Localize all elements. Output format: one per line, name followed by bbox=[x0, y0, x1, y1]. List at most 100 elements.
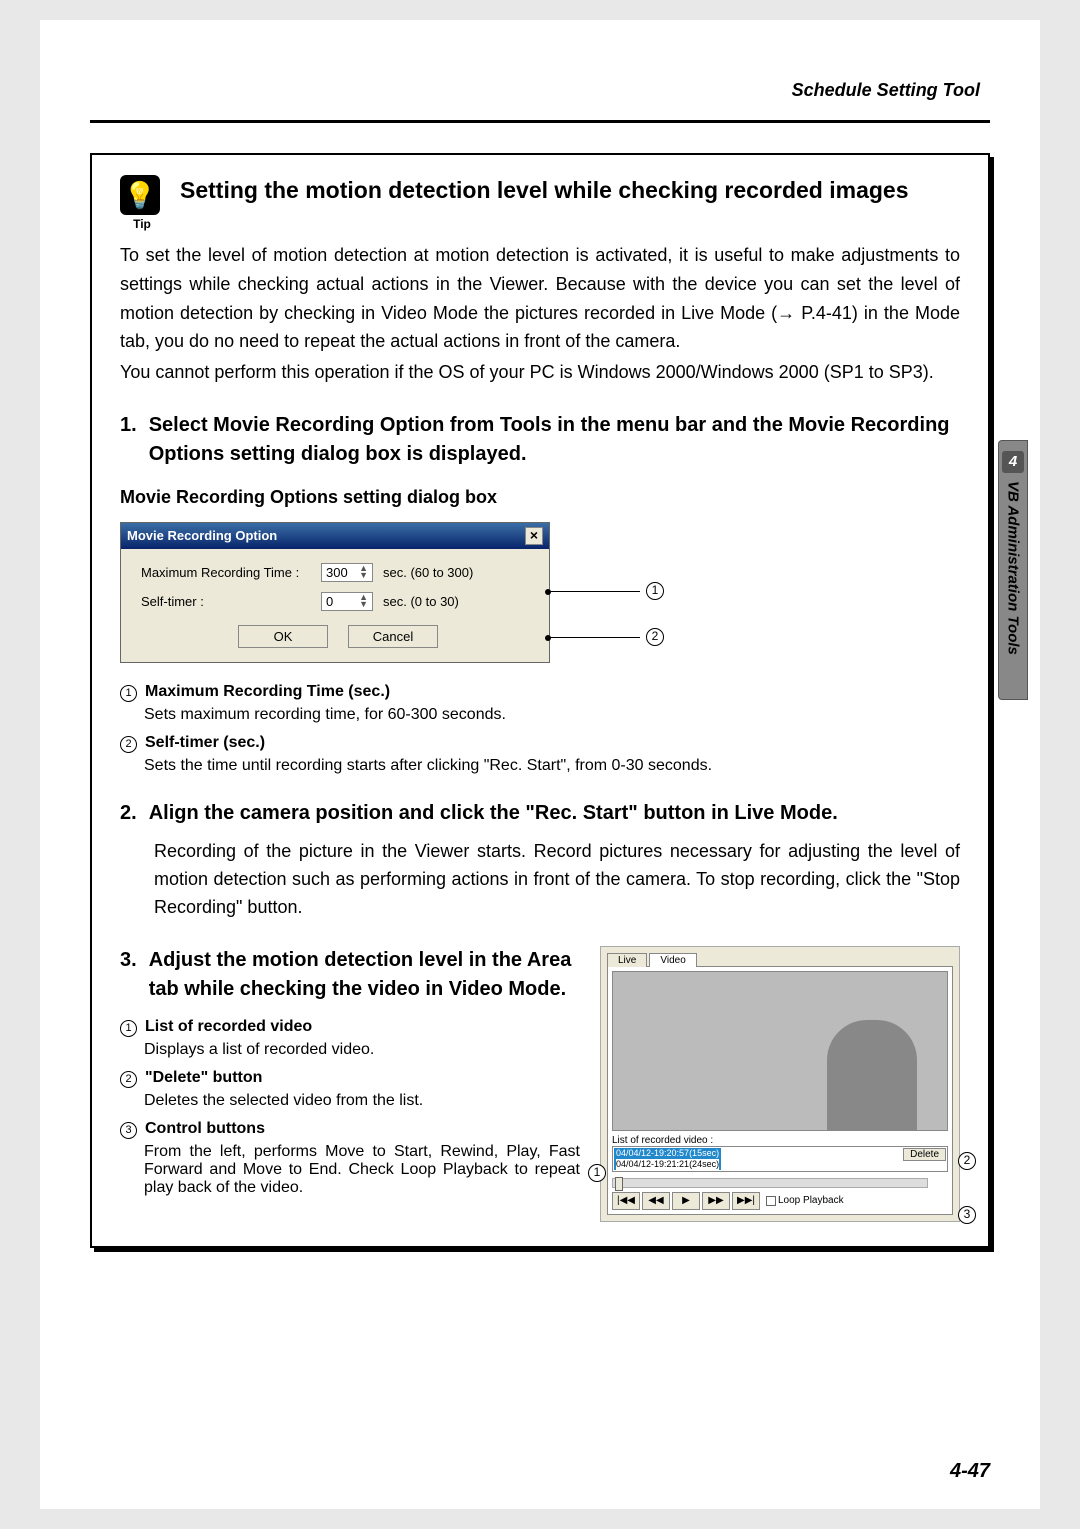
move-to-start-button[interactable]: |◀◀ bbox=[612, 1192, 640, 1210]
def-2-desc: Sets the time until recording starts aft… bbox=[144, 757, 960, 775]
vdef-3-row: 3 Control buttons bbox=[120, 1120, 580, 1139]
max-recording-row: Maximum Recording Time : 300 ▲▼ sec. (60… bbox=[141, 563, 535, 582]
chapter-side-tab: 4 VB Administration Tools bbox=[998, 440, 1028, 700]
panel-callout-1: 1 bbox=[588, 1164, 606, 1182]
video-tabs: Live Video bbox=[607, 953, 953, 967]
dialog-callout-lines: 1 2 bbox=[550, 538, 664, 646]
video-person-shape bbox=[827, 1020, 917, 1130]
vdef-2-label: "Delete" button bbox=[145, 1069, 262, 1087]
vdef-1-label: List of recorded video bbox=[145, 1018, 312, 1036]
callout-leader-2 bbox=[550, 637, 640, 638]
tip-icon-block: 💡 Tip bbox=[120, 175, 164, 231]
control-buttons-row: |◀◀ ◀◀ ▶ ▶▶ ▶▶| Loop Playback bbox=[612, 1192, 948, 1210]
dialog-definitions: 1 Maximum Recording Time (sec.) Sets max… bbox=[120, 683, 960, 775]
step-3-text: Adjust the motion detection level in the… bbox=[149, 946, 580, 1004]
vdef-1-desc: Displays a list of recorded video. bbox=[144, 1041, 580, 1059]
spinner-arrows-icon[interactable]: ▲▼ bbox=[359, 565, 368, 580]
tip-paragraph-2: You cannot perform this operation if the… bbox=[120, 358, 960, 387]
vdef-3-label: Control buttons bbox=[145, 1120, 265, 1138]
step-1-text: Select Movie Recording Option from Tools… bbox=[149, 411, 960, 469]
loop-playback-label: Loop Playback bbox=[778, 1195, 844, 1206]
dialog-buttons: OK Cancel bbox=[141, 625, 535, 648]
dialog-titlebar: Movie Recording Option × bbox=[121, 523, 549, 549]
spinner-arrows-icon[interactable]: ▲▼ bbox=[359, 594, 368, 609]
vdef-1-marker: 1 bbox=[120, 1020, 137, 1037]
vdef-2-row: 2 "Delete" button bbox=[120, 1069, 580, 1088]
step-2-text: Align the camera position and click the … bbox=[149, 799, 838, 828]
video-thumbnail bbox=[612, 971, 948, 1131]
video-mode-panel: Live Video List of recorded video : 04/0… bbox=[600, 946, 960, 1222]
self-timer-range: sec. (0 to 30) bbox=[383, 594, 535, 609]
page-number: 4-47 bbox=[950, 1460, 990, 1483]
step-1-number: 1. bbox=[120, 411, 137, 469]
close-icon[interactable]: × bbox=[525, 527, 543, 545]
vdef-2-desc: Deletes the selected video from the list… bbox=[144, 1092, 580, 1110]
def-2-marker: 2 bbox=[120, 736, 137, 753]
max-recording-value: 300 bbox=[326, 565, 348, 580]
step-2-number: 2. bbox=[120, 799, 137, 828]
vdef-3-marker: 3 bbox=[120, 1122, 137, 1139]
recorded-list-label: List of recorded video : bbox=[612, 1135, 948, 1146]
tip-heading: 💡 Tip Setting the motion detection level… bbox=[120, 175, 960, 231]
list-item[interactable]: 04/04/12-19:20:57(15sec) bbox=[616, 1148, 719, 1159]
playback-slider[interactable] bbox=[612, 1178, 928, 1188]
def-2-row: 2 Self-timer (sec.) bbox=[120, 734, 960, 753]
panel-callout-2: 2 bbox=[958, 1152, 976, 1170]
max-recording-input[interactable]: 300 ▲▼ bbox=[321, 563, 373, 582]
header-rule bbox=[90, 120, 990, 123]
self-timer-value: 0 bbox=[326, 594, 333, 609]
tab-video[interactable]: Video bbox=[649, 953, 696, 967]
document-page: Schedule Setting Tool 4 VB Administratio… bbox=[40, 20, 1040, 1509]
callout-marker-1: 1 bbox=[646, 582, 664, 600]
tip-box: 💡 Tip Setting the motion detection level… bbox=[90, 153, 990, 1248]
step-3-right: Live Video List of recorded video : 04/0… bbox=[600, 946, 960, 1222]
dialog-body: Maximum Recording Time : 300 ▲▼ sec. (60… bbox=[121, 549, 549, 662]
play-button[interactable]: ▶ bbox=[672, 1192, 700, 1210]
vdef-2-marker: 2 bbox=[120, 1071, 137, 1088]
cancel-button[interactable]: Cancel bbox=[348, 625, 438, 648]
callout-marker-2: 2 bbox=[646, 628, 664, 646]
slider-thumb[interactable] bbox=[615, 1177, 623, 1191]
header-title: Schedule Setting Tool bbox=[792, 80, 980, 101]
recorded-list-items[interactable]: 04/04/12-19:20:57(15sec) 04/04/12-19:21:… bbox=[614, 1148, 721, 1170]
step-3-title: 3. Adjust the motion detection level in … bbox=[120, 946, 580, 1004]
vdef-1-row: 1 List of recorded video bbox=[120, 1018, 580, 1037]
move-to-end-button[interactable]: ▶▶| bbox=[732, 1192, 760, 1210]
step-2-body: Recording of the picture in the Viewer s… bbox=[154, 838, 960, 922]
step-3-columns: 3. Adjust the motion detection level in … bbox=[120, 946, 960, 1222]
self-timer-label: Self-timer : bbox=[141, 594, 311, 609]
movie-recording-option-dialog: Movie Recording Option × Maximum Recordi… bbox=[120, 522, 550, 663]
self-timer-row: Self-timer : 0 ▲▼ sec. (0 to 30) bbox=[141, 592, 535, 611]
vdef-3-desc: From the left, performs Move to Start, R… bbox=[144, 1143, 580, 1197]
max-recording-range: sec. (60 to 300) bbox=[383, 565, 535, 580]
panel-callout-3: 3 bbox=[958, 1206, 976, 1224]
step-3-number: 3. bbox=[120, 946, 137, 1004]
callout-leader-1 bbox=[550, 591, 640, 592]
def-1-marker: 1 bbox=[120, 685, 137, 702]
checkbox-icon[interactable] bbox=[766, 1196, 776, 1206]
dialog-caption: Movie Recording Options setting dialog b… bbox=[120, 487, 960, 508]
def-1-row: 1 Maximum Recording Time (sec.) bbox=[120, 683, 960, 702]
loop-playback-checkbox[interactable]: Loop Playback bbox=[766, 1195, 844, 1206]
ok-button[interactable]: OK bbox=[238, 625, 328, 648]
def-2-label: Self-timer (sec.) bbox=[145, 734, 265, 752]
tip-title: Setting the motion detection level while… bbox=[180, 175, 909, 206]
chapter-number: 4 bbox=[1002, 451, 1024, 473]
step-1-title: 1. Select Movie Recording Option from To… bbox=[120, 411, 960, 469]
recorded-list[interactable]: 04/04/12-19:20:57(15sec) 04/04/12-19:21:… bbox=[612, 1146, 948, 1172]
def-1-label: Maximum Recording Time (sec.) bbox=[145, 683, 390, 701]
dialog-title-text: Movie Recording Option bbox=[127, 528, 277, 543]
list-item[interactable]: 04/04/12-19:21:21(24sec) bbox=[616, 1159, 719, 1170]
fast-forward-button[interactable]: ▶▶ bbox=[702, 1192, 730, 1210]
delete-button[interactable]: Delete bbox=[903, 1148, 946, 1161]
video-definitions: 1 List of recorded video Displays a list… bbox=[120, 1018, 580, 1197]
chapter-label: VB Administration Tools bbox=[1005, 481, 1022, 655]
step-2: 2. Align the camera position and click t… bbox=[120, 799, 960, 922]
tab-live[interactable]: Live bbox=[607, 953, 647, 967]
dialog-with-callouts: Movie Recording Option × Maximum Recordi… bbox=[120, 522, 960, 663]
tip-icon-label: Tip bbox=[120, 217, 164, 231]
rewind-button[interactable]: ◀◀ bbox=[642, 1192, 670, 1210]
lightbulb-icon: 💡 bbox=[120, 175, 160, 215]
self-timer-input[interactable]: 0 ▲▼ bbox=[321, 592, 373, 611]
step-1: 1. Select Movie Recording Option from To… bbox=[120, 411, 960, 469]
